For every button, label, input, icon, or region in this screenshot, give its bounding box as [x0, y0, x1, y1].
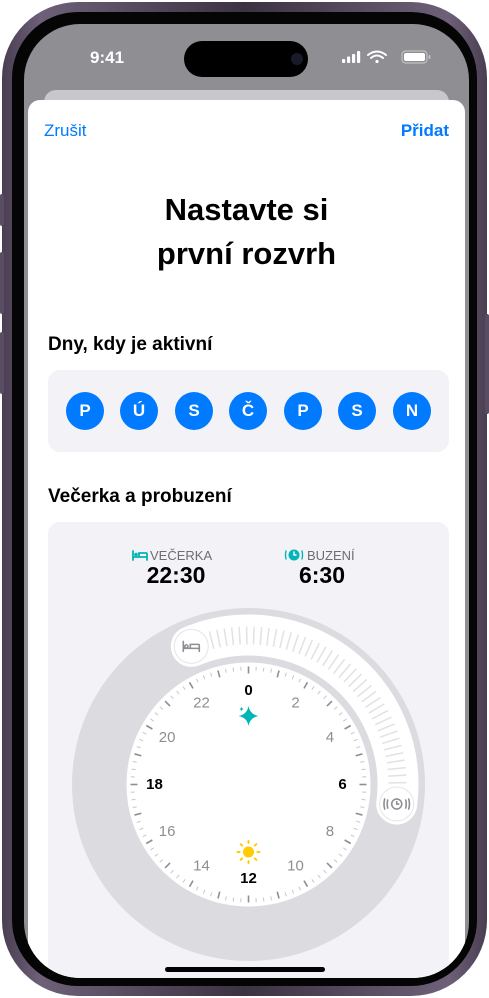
clock-number: 2 — [291, 695, 299, 712]
schedule-sheet: Zrušit Přidat Nastavte si první rozvrh D… — [28, 100, 465, 978]
clock-tick — [131, 798, 136, 801]
clock-number: 16 — [159, 823, 176, 840]
arc-tick — [252, 626, 255, 645]
battery-icon — [401, 50, 431, 64]
day-button[interactable]: Č — [229, 392, 267, 430]
clock-tick — [262, 897, 265, 902]
day-button[interactable]: P — [66, 392, 104, 430]
day-button[interactable]: S — [175, 392, 213, 430]
clock-number: 10 — [287, 857, 304, 874]
schedule-heading: Večerka a probuzení — [48, 486, 232, 507]
clock-number: 4 — [326, 729, 334, 746]
home-indicator[interactable] — [165, 967, 325, 972]
screen: 9:41 Zrušit Přidat Nastavte si první roz… — [24, 24, 469, 978]
schedule-card: VEČERKA 22:30 BUZENÍ 6:30 0 2 4 6 8 10 1… — [48, 522, 449, 978]
clock-tick — [131, 768, 136, 771]
side-button — [0, 332, 4, 394]
wake-value: 6:30 — [298, 562, 346, 588]
title-line-2: první rozvrh — [156, 236, 337, 271]
clock-number: 22 — [193, 695, 210, 712]
clock-number: 0 — [244, 682, 252, 699]
status-time: 9:41 — [90, 48, 125, 67]
add-button[interactable]: Přidat — [401, 121, 449, 141]
clock-number: 14 — [193, 857, 210, 874]
clock-number: 18 — [146, 776, 163, 793]
arc-tick — [388, 774, 407, 777]
day-button[interactable]: N — [393, 392, 431, 430]
wake-handle[interactable] — [379, 786, 415, 822]
status-icons — [342, 50, 431, 64]
dynamic-island — [184, 41, 308, 77]
wifi-icon — [367, 50, 387, 64]
side-button — [0, 252, 4, 314]
signal-icon — [342, 51, 361, 63]
clock-tick — [262, 667, 265, 672]
wake-label: BUZENÍ — [307, 548, 355, 563]
days-heading: Dny, kdy je aktivní — [48, 334, 213, 355]
side-button — [0, 194, 4, 226]
clock-tick — [361, 768, 366, 771]
alarm-icon — [284, 549, 304, 561]
title-line-1: Nastavte si — [164, 192, 329, 227]
bed-icon — [132, 550, 148, 561]
power-button — [485, 314, 489, 414]
day-button[interactable]: Ú — [120, 392, 158, 430]
page-title: Nastavte si první rozvrh — [28, 188, 465, 276]
arc-tick — [238, 626, 241, 645]
clock-tick — [232, 897, 235, 902]
camera — [291, 53, 303, 65]
clock-tick — [361, 798, 366, 801]
day-button[interactable]: P — [284, 392, 322, 430]
bedtime-value: 22:30 — [146, 562, 206, 588]
clock-number: 20 — [159, 729, 176, 746]
bedtime-label: VEČERKA — [150, 548, 213, 563]
phone-frame: 9:41 Zrušit Přidat Nastavte si první roz… — [0, 2, 489, 996]
clock-number: 12 — [240, 870, 257, 887]
clock-tick — [232, 667, 235, 672]
clock-number: 8 — [326, 823, 334, 840]
bedtime-handle[interactable] — [173, 628, 209, 664]
days-card: P Ú S Č P S N — [48, 370, 449, 452]
day-button[interactable]: S — [338, 392, 376, 430]
clock-number: 6 — [338, 776, 346, 793]
sleep-clock[interactable]: 0 2 4 6 8 10 12 14 16 18 20 22 — [72, 608, 425, 961]
cancel-button[interactable]: Zrušit — [44, 121, 87, 141]
